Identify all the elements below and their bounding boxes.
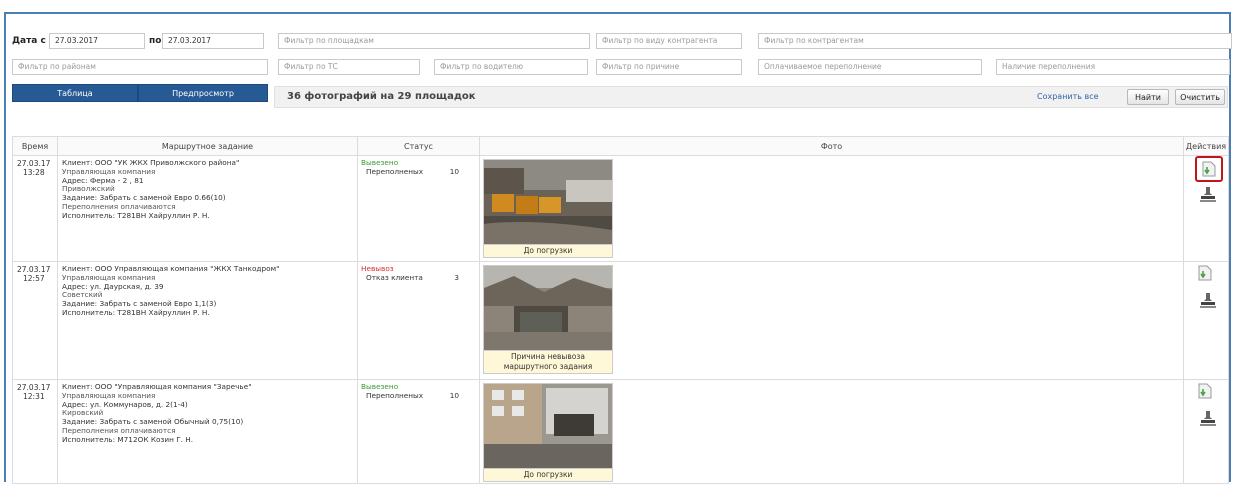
table-row: 27.03.17 12:31 Клиент: ООО "Управляющая к… xyxy=(12,379,1229,484)
stamp-icon[interactable] xyxy=(1199,292,1217,312)
driver-filter[interactable]: Фильтр по водителю xyxy=(434,59,588,75)
column-header-task[interactable]: Маршрутное задание xyxy=(57,136,358,156)
date-from-input[interactable]: 27.03.2017 xyxy=(49,33,145,49)
vehicle-filter[interactable]: Фильтр по ТС xyxy=(278,59,420,75)
table-row: 27.03.17 13:28 Клиент: ООО "УК ЖКХ Привол… xyxy=(12,155,1229,262)
row-time: 13:28 xyxy=(23,168,45,177)
date-from-label: Дата с xyxy=(12,36,46,46)
row-date: 27.03.17 xyxy=(17,265,51,274)
reason-filter[interactable]: Фильтр по причине xyxy=(596,59,742,75)
overflow-presence-filter[interactable]: Наличие переполнения xyxy=(996,59,1230,75)
download-document-icon[interactable] xyxy=(1195,156,1223,182)
row-date: 27.03.17 xyxy=(17,383,51,392)
column-header-actions: Действия xyxy=(1183,136,1229,156)
preview-view-button[interactable]: Предпросмотр xyxy=(138,84,268,102)
sites-filter[interactable]: Фильтр по площадкам xyxy=(278,33,590,49)
row-time: 12:31 xyxy=(23,392,45,401)
download-document-icon[interactable] xyxy=(1198,265,1222,287)
row-address: Адрес: ул. Даурская, д. 39 xyxy=(62,281,164,291)
clear-button[interactable]: Очистить xyxy=(1175,89,1225,105)
find-button[interactable]: Найти xyxy=(1127,89,1169,105)
status-detail-value: 10 xyxy=(449,166,459,176)
table-row: 27.03.17 12:57 Клиент: ООО Управляющая ко… xyxy=(12,261,1229,380)
photo-thumbnail[interactable]: До погрузки xyxy=(483,159,613,258)
date-to-label: по xyxy=(149,36,162,46)
status-detail-value: 10 xyxy=(449,390,459,400)
row-executor: Исполнитель: Т281ВН Хайруллин Р. Н. xyxy=(62,307,210,317)
column-header-status[interactable]: Статус xyxy=(357,136,480,156)
table-view-button[interactable]: Таблица xyxy=(12,84,138,102)
row-address: Адрес: ул. Коммунаров, д. 2(1-4) xyxy=(62,399,188,409)
contractors-filter[interactable]: Фильтр по контрагентам xyxy=(758,33,1232,49)
paid-overflow-filter[interactable]: Оплачиваемое переполнение xyxy=(758,59,982,75)
stamp-icon[interactable] xyxy=(1199,410,1217,430)
download-document-icon[interactable] xyxy=(1198,383,1222,405)
photo-caption: До погрузки xyxy=(484,244,612,257)
summary-bar: 36 фотографий на 29 площадок Сохранить в… xyxy=(274,86,1228,108)
districts-filter[interactable]: Фильтр по районам xyxy=(12,59,268,75)
column-header-photo[interactable]: Фото xyxy=(479,136,1184,156)
photo-caption: До погрузки xyxy=(484,468,612,481)
stamp-icon[interactable] xyxy=(1199,186,1217,206)
status-detail-label: Отказ клиента xyxy=(366,272,423,282)
photo-thumbnail[interactable]: Причина невывоза маршрутного задания xyxy=(483,265,613,374)
column-header-time[interactable]: Время xyxy=(12,136,58,156)
contractor-type-filter[interactable]: Фильтр по виду контрагента xyxy=(596,33,742,49)
photo-image[interactable] xyxy=(484,384,612,468)
photo-image[interactable] xyxy=(484,266,612,350)
photo-table: Время Маршрутное задание Статус Фото Дей… xyxy=(12,136,1229,484)
status-detail-label: Переполненых xyxy=(366,390,424,400)
photo-caption: Причина невывоза маршрутного задания xyxy=(484,350,612,373)
photo-image[interactable] xyxy=(484,160,612,244)
date-to-input[interactable]: 27.03.2017 xyxy=(162,33,264,49)
photo-thumbnail[interactable]: До погрузки xyxy=(483,383,613,482)
status-detail-label: Переполненых xyxy=(366,166,424,176)
photo-count-text: 36 фотографий на 29 площадок xyxy=(287,91,476,102)
row-date: 27.03.17 xyxy=(17,159,51,168)
row-executor: Исполнитель: М712ОК Козин Г. Н. xyxy=(62,434,194,444)
save-all-link[interactable]: Сохранить все xyxy=(1037,92,1099,101)
status-detail-value: 3 xyxy=(454,272,459,282)
row-time: 12:57 xyxy=(23,274,45,283)
row-executor: Исполнитель: Т281ВН Хайруллин Р. Н. xyxy=(62,210,210,220)
